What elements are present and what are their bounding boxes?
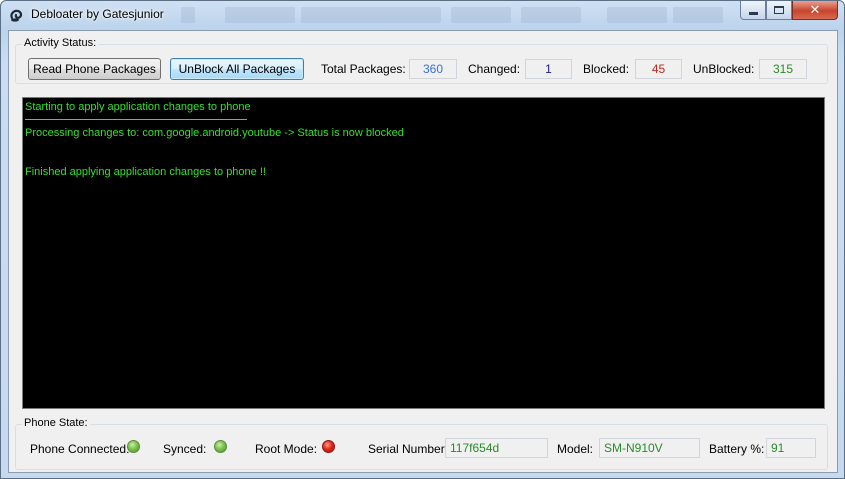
console-line: Finished applying application changes to… <box>25 166 266 178</box>
maximize-icon <box>774 6 784 14</box>
close-button[interactable]: ✕ <box>792 1 838 20</box>
serial-number-value: 117f654d <box>445 438 548 458</box>
phone-connected-indicator <box>127 440 140 453</box>
changed-label: Changed: <box>468 62 521 76</box>
phone-state-label: Phone State: <box>22 417 90 429</box>
total-packages-label: Total Packages: <box>321 62 406 76</box>
console-separator <box>25 119 247 120</box>
battery-label: Battery %: <box>709 442 765 456</box>
total-packages-value: 360 <box>409 59 457 79</box>
blocked-label: Blocked: <box>583 62 630 76</box>
serial-number-label: Serial Number: <box>368 442 449 456</box>
background-blur <box>451 7 511 23</box>
background-blur <box>301 7 441 23</box>
minimize-button[interactable] <box>740 1 766 20</box>
unblock-all-packages-button[interactable]: UnBlock All Packages <box>170 58 304 80</box>
phone-connected-label: Phone Connected: <box>30 442 130 456</box>
unblocked-label: UnBlocked: <box>693 62 755 76</box>
synced-label: Synced: <box>163 442 207 456</box>
background-blur <box>225 7 295 23</box>
changed-value: 1 <box>525 59 572 79</box>
model-label: Model: <box>557 442 594 456</box>
app-window: Debloater by Gatesjunior ✕ Activity Stat… <box>0 0 845 479</box>
window-controls: ✕ <box>740 1 838 21</box>
console-output[interactable]: Starting to apply application changes to… <box>22 97 825 409</box>
read-phone-packages-button[interactable]: Read Phone Packages <box>28 58 161 80</box>
battery-value: 91 <box>766 438 816 458</box>
model-value: SM-N910V <box>599 438 700 458</box>
maximize-button[interactable] <box>766 1 792 20</box>
minimize-icon <box>748 11 758 15</box>
console-line: Processing changes to: com.google.androi… <box>25 127 404 139</box>
console-line: Starting to apply application changes to… <box>25 101 251 113</box>
close-icon: ✕ <box>809 2 821 18</box>
background-blur <box>181 7 195 23</box>
root-mode-indicator <box>322 440 335 453</box>
blocked-value: 45 <box>635 59 682 79</box>
app-icon <box>10 9 23 22</box>
activity-status-label: Activity Status: <box>22 37 99 49</box>
background-blur <box>521 7 581 23</box>
unblocked-value: 315 <box>759 59 807 79</box>
title-bar[interactable]: Debloater by Gatesjunior ✕ <box>1 1 844 29</box>
synced-indicator <box>214 440 227 453</box>
background-blur <box>673 7 723 23</box>
background-blur <box>607 7 667 23</box>
root-mode-label: Root Mode: <box>255 442 318 456</box>
client-area: Activity Status: Read Phone Packages UnB… <box>8 30 838 473</box>
window-title: Debloater by Gatesjunior <box>31 7 164 21</box>
